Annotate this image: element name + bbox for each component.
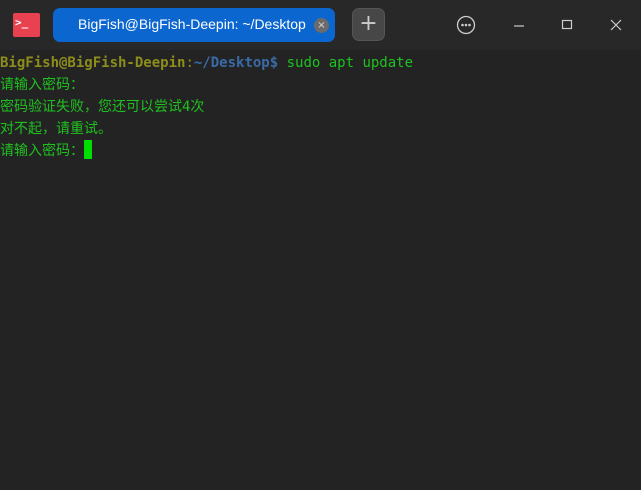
prompt-line: BigFish@BigFish-Deepin:~/Desktop$ sudo a… xyxy=(0,52,413,74)
terminal-output[interactable]: BigFish@BigFish-Deepin:~/Desktop$ sudo a… xyxy=(0,52,413,162)
tab-terminal[interactable]: BigFish@BigFish-Deepin: ~/Desktop × xyxy=(53,8,335,42)
tab-title: BigFish@BigFish-Deepin: ~/Desktop xyxy=(78,16,306,32)
command: sudo apt update xyxy=(286,55,414,71)
minimize-icon[interactable] xyxy=(504,10,534,40)
maximize-icon[interactable] xyxy=(552,10,582,40)
output-line: 请输入密码： xyxy=(0,140,413,162)
password-prompt: 请输入密码： xyxy=(0,143,84,159)
prompt-path: ~/Desktop xyxy=(193,55,270,71)
close-icon[interactable] xyxy=(601,10,631,40)
tab-close-icon[interactable]: × xyxy=(314,18,329,33)
text-cursor xyxy=(84,140,92,159)
output-line: 密码验证失败，您还可以尝试4次 xyxy=(0,99,205,115)
prompt-symbol: $ xyxy=(269,55,287,71)
new-tab-button[interactable]: + xyxy=(352,8,385,41)
prompt-colon: : xyxy=(185,55,194,71)
title-bar: >_ BigFish@BigFish-Deepin: ~/Desktop × + xyxy=(0,0,641,50)
more-options-icon[interactable] xyxy=(451,10,481,40)
prompt-user: BigFish@BigFish-Deepin xyxy=(0,55,186,71)
output-line: 请输入密码： xyxy=(0,77,84,93)
output-line: 对不起，请重试。 xyxy=(0,121,112,137)
terminal-app-icon[interactable]: >_ xyxy=(13,13,40,37)
